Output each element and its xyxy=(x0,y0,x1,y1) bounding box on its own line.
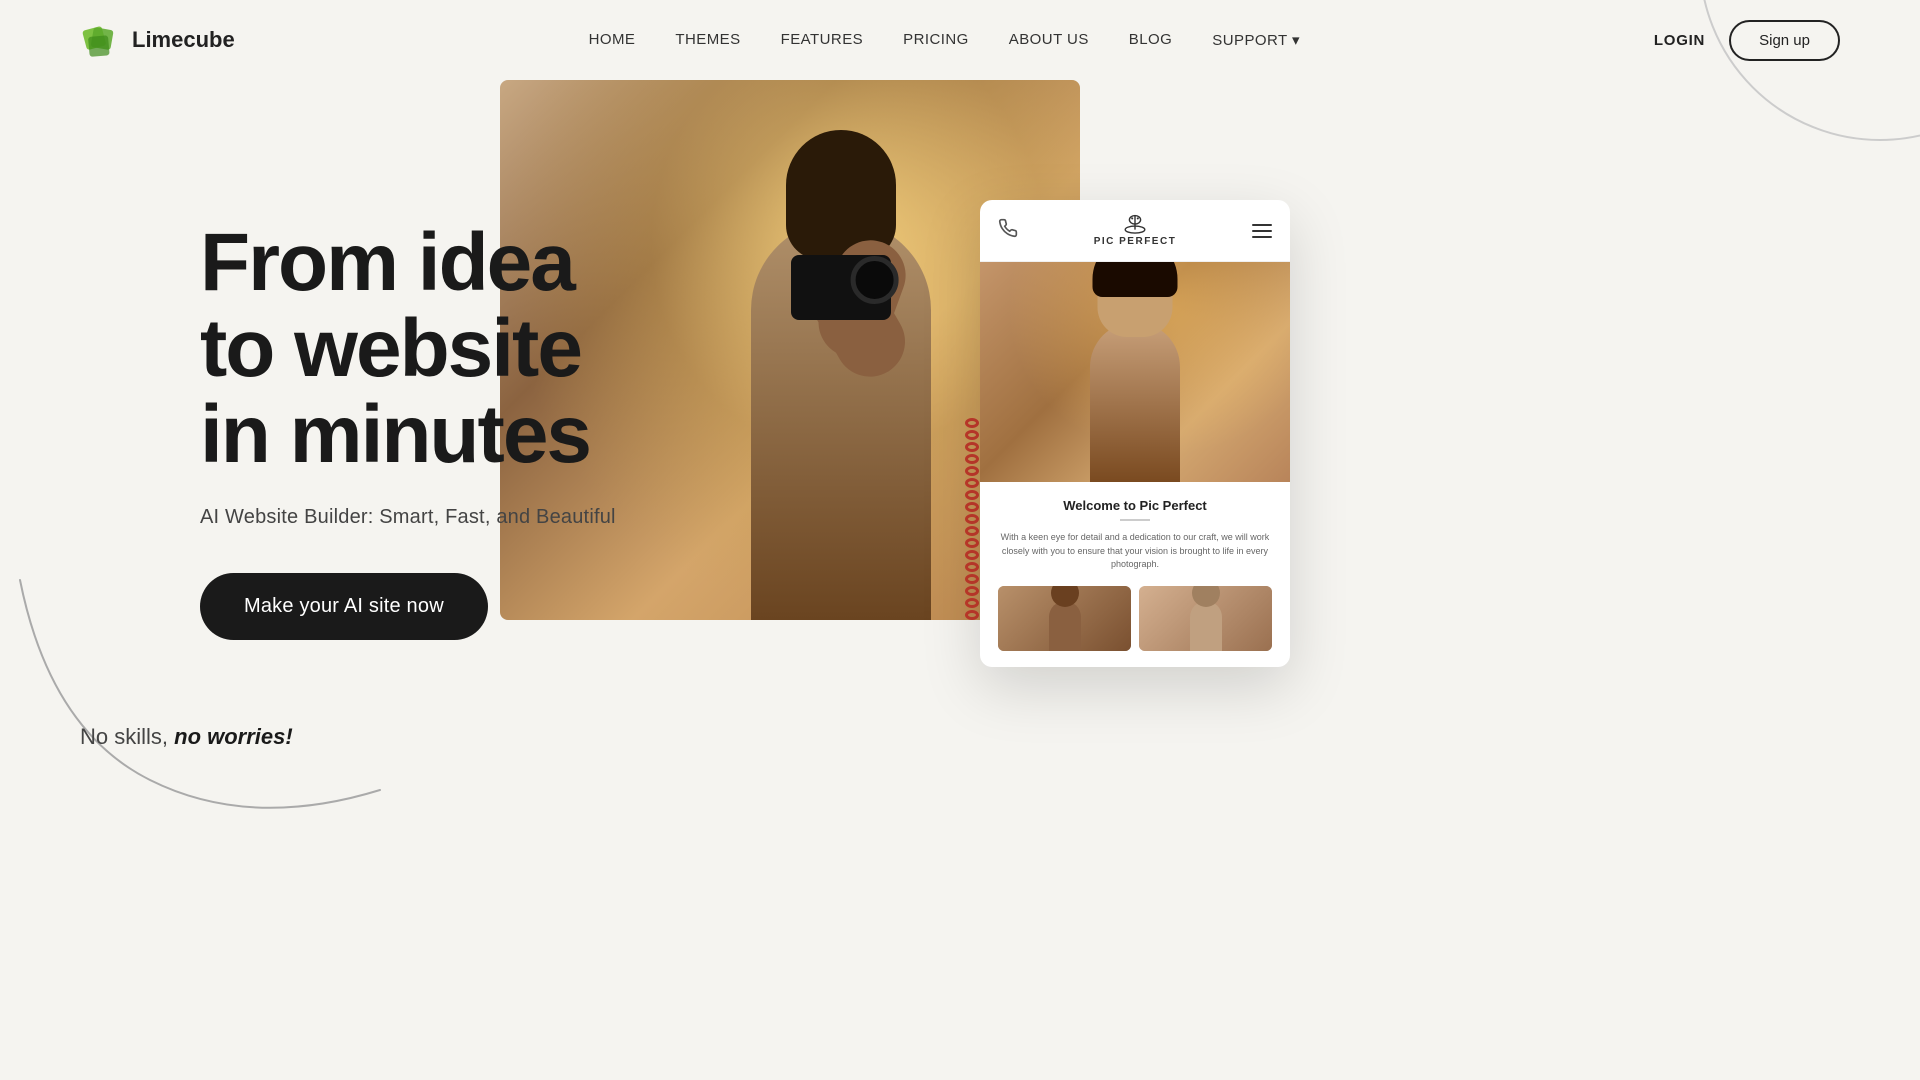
nav-themes[interactable]: THEMES xyxy=(675,31,740,48)
hero-section: From ideato websitein minutes AI Website… xyxy=(0,80,1920,830)
nav-features[interactable]: FEATURES xyxy=(781,31,864,48)
card-logo-icon xyxy=(1121,214,1149,234)
signup-button[interactable]: Sign up xyxy=(1729,20,1840,61)
card-description: With a keen eye for detail and a dedicat… xyxy=(998,531,1272,572)
hero-subtitle: AI Website Builder: Smart, Fast, and Bea… xyxy=(200,506,700,529)
card-menu-icon[interactable] xyxy=(1252,224,1272,238)
navbar: Limecube HOME THEMES FEATURES PRICING AB… xyxy=(0,0,1920,80)
card-thumb-2 xyxy=(1139,586,1272,651)
hero-text: From ideato websitein minutes AI Website… xyxy=(200,140,700,640)
card-logo-text: PIC PERFECT xyxy=(1094,236,1177,247)
card-divider xyxy=(1120,519,1150,521)
nav-right: LOGIN Sign up xyxy=(1654,20,1840,61)
website-card: PIC PERFECT xyxy=(980,200,1290,667)
login-button[interactable]: LOGIN xyxy=(1654,32,1705,49)
nav-blog[interactable]: BLOG xyxy=(1129,31,1172,48)
card-logo-area: PIC PERFECT xyxy=(1094,214,1177,247)
hero-images: PIC PERFECT xyxy=(500,80,1920,830)
bottom-text-plain: No skills, xyxy=(80,724,174,749)
cta-button[interactable]: Make your AI site now xyxy=(200,573,488,640)
nav-links: HOME THEMES FEATURES PRICING ABOUT US BL… xyxy=(589,31,1300,50)
card-content: Welcome to Pic Perfect With a keen eye f… xyxy=(980,482,1290,667)
logo[interactable]: Limecube xyxy=(80,19,235,61)
nav-about[interactable]: ABOUT US xyxy=(1009,31,1089,48)
bottom-text: No skills, no worries! xyxy=(80,724,293,750)
card-hero-image xyxy=(980,262,1290,482)
nav-home[interactable]: HOME xyxy=(589,31,636,48)
limecube-logo-icon xyxy=(80,19,122,61)
card-phone-icon xyxy=(998,218,1018,243)
nav-support[interactable]: SUPPORT ▾ xyxy=(1212,32,1300,49)
hero-title: From ideato websitein minutes xyxy=(200,220,700,478)
card-thumb-1 xyxy=(998,586,1131,651)
card-thumbnails xyxy=(998,586,1272,651)
bottom-text-bold: no worries! xyxy=(174,724,293,749)
brand-name: Limecube xyxy=(132,27,235,53)
card-header: PIC PERFECT xyxy=(980,200,1290,262)
card-welcome-text: Welcome to Pic Perfect xyxy=(998,498,1272,513)
nav-pricing[interactable]: PRICING xyxy=(903,31,969,48)
